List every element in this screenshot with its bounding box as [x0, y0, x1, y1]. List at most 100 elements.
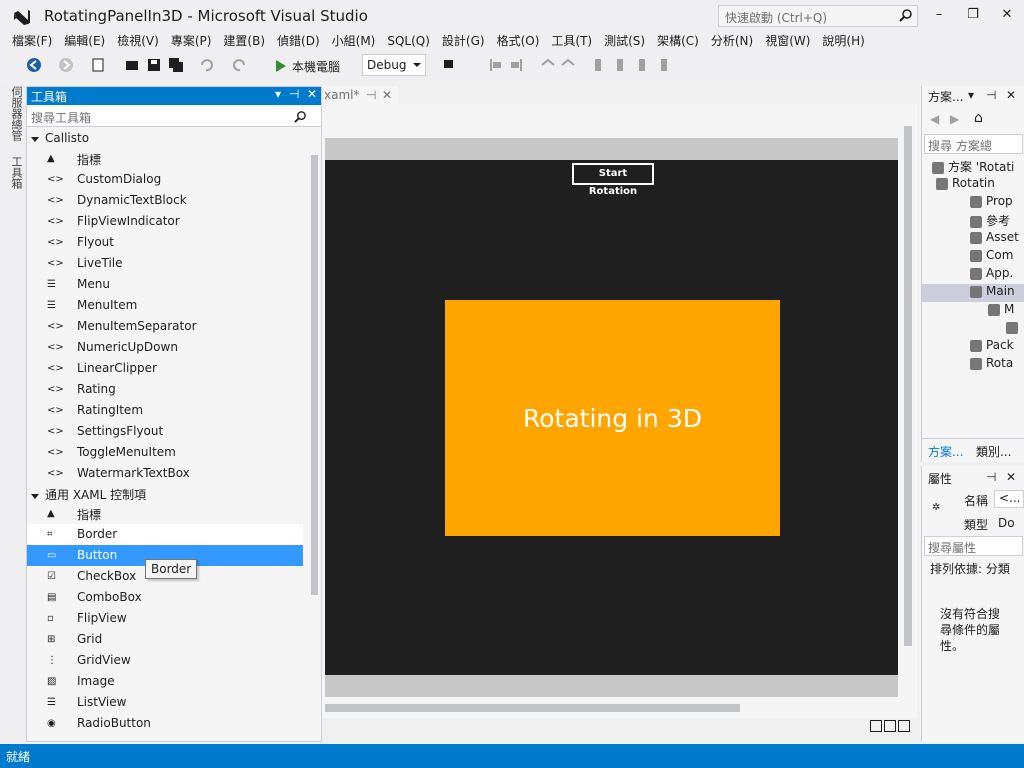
solution-tree-item[interactable]: Prop — [922, 194, 1024, 212]
toolbox-item[interactable]: ◉ RadioButton — [27, 713, 303, 734]
solution-tree-item[interactable]: Rotatin — [922, 176, 1024, 194]
pin-icon[interactable]: ⊣ — [986, 470, 996, 484]
toolbox-item[interactable]: ▫ FlipView — [27, 608, 303, 629]
toolbox-item[interactable]: <> ToggleMenuItem — [27, 442, 303, 463]
toolbox-item[interactable]: <> RatingItem — [27, 400, 303, 421]
start-debugging-button[interactable]: 本機電腦 — [276, 55, 340, 77]
menu-item[interactable]: 架構(C) — [651, 32, 705, 50]
close-icon[interactable]: ✕ — [307, 87, 317, 101]
properties-search-input[interactable]: 搜尋屬性 — [924, 536, 1023, 556]
document-vertical-scrollbar[interactable] — [900, 104, 916, 700]
toolbox-item[interactable]: <> Rating — [27, 379, 303, 400]
menu-item[interactable]: 檢視(V) — [111, 32, 165, 50]
menu-item[interactable]: SQL(Q) — [381, 32, 436, 50]
align-left-icon[interactable] — [488, 57, 504, 73]
toolbox-item[interactable]: <> Flyout — [27, 232, 303, 253]
menu-item[interactable]: 工具(T) — [545, 32, 598, 50]
dropdown-icon[interactable]: ▾ — [968, 88, 974, 102]
menu-item[interactable]: 小組(M) — [326, 32, 382, 50]
toolbox-item[interactable]: <> DynamicTextBlock — [27, 190, 303, 211]
solution-tree-item[interactable]: App. — [922, 266, 1024, 284]
solution-tree-item[interactable]: Pack — [922, 338, 1024, 356]
collapse-pane-icon[interactable] — [898, 720, 910, 732]
toolbox-item[interactable]: <> LinearClipper — [27, 358, 303, 379]
bookmark-icon[interactable] — [590, 57, 606, 73]
uncomment-icon[interactable] — [560, 57, 576, 73]
close-icon[interactable]: ✕ — [1006, 88, 1016, 102]
menu-item[interactable]: 編輯(E) — [58, 32, 111, 50]
toolbox-item[interactable]: ⊞ Grid — [27, 629, 303, 650]
menu-item[interactable]: 設計(G) — [436, 32, 491, 50]
scroll-thumb[interactable] — [904, 126, 912, 646]
toolbox-item[interactable]: ▲ 指標 — [27, 148, 303, 169]
toolbox-item[interactable]: <> NumericUpDown — [27, 337, 303, 358]
toolbox-item[interactable]: ▤ ComboBox — [27, 587, 303, 608]
menu-item[interactable]: 分析(N) — [705, 32, 759, 50]
sort-by-label[interactable]: 排列依據: 分類 — [930, 560, 1010, 577]
menu-item[interactable]: 專案(P) — [165, 32, 218, 50]
forward-icon[interactable]: ▶ — [950, 112, 959, 126]
toolbox-item[interactable]: ▨ Image — [27, 671, 303, 692]
solution-search-input[interactable]: 搜尋 方案總 — [924, 134, 1023, 154]
solution-tree-item[interactable]: 參考 — [922, 212, 1024, 230]
menu-item[interactable]: 視窗(W) — [759, 32, 816, 50]
solution-tree-item[interactable]: Com — [922, 248, 1024, 266]
toolbox-item[interactable]: ☰ MenuItem — [27, 295, 303, 316]
toolbox-item[interactable]: <> CustomDialog — [27, 169, 303, 190]
forward-icon[interactable] — [58, 57, 74, 73]
prev-bookmark-icon[interactable] — [612, 57, 628, 73]
menu-item[interactable]: 檔案(F) — [0, 32, 58, 50]
toolbox-tab[interactable]: 工具箱 — [8, 156, 24, 189]
toolbox-item[interactable]: ⌗ Border — [27, 524, 303, 545]
minimize-button[interactable]: – — [924, 4, 954, 26]
attach-icon[interactable] — [442, 57, 458, 73]
pin-icon[interactable]: ⊣ — [986, 88, 996, 102]
solution-tree-item[interactable] — [922, 320, 1024, 338]
open-file-icon[interactable] — [124, 57, 140, 73]
next-bookmark-icon[interactable] — [634, 57, 650, 73]
pin-icon[interactable]: ⊣ — [366, 88, 376, 102]
solution-tree-item[interactable]: 方案 'Rotati — [922, 158, 1024, 176]
document-horizontal-scrollbar[interactable] — [325, 700, 900, 714]
menu-item[interactable]: 測試(S) — [598, 32, 651, 50]
pin-icon[interactable]: ⊣ — [289, 87, 299, 101]
toolbox-item[interactable]: <> LiveTile — [27, 253, 303, 274]
solution-tree-item[interactable]: Asset — [922, 230, 1024, 248]
toolbox-item[interactable]: ☰ ListView — [27, 692, 303, 713]
toolbox-item[interactable]: <> FlipViewIndicator — [27, 211, 303, 232]
solution-tree-item[interactable]: Rota — [922, 356, 1024, 374]
menu-item[interactable]: 偵錯(D) — [271, 32, 326, 50]
name-input[interactable]: <... — [994, 490, 1024, 508]
toolbox-item[interactable]: <> SettingsFlyout — [27, 421, 303, 442]
dropdown-icon[interactable]: ▾ — [275, 87, 281, 101]
scroll-thumb[interactable] — [325, 704, 740, 712]
redo-icon[interactable] — [232, 57, 248, 73]
save-icon[interactable] — [146, 57, 162, 73]
back-icon[interactable] — [26, 57, 42, 73]
toolbox-scrollbar[interactable] — [309, 147, 319, 727]
split-horizontal-icon[interactable] — [884, 720, 896, 732]
solution-tree-item[interactable]: M — [922, 302, 1024, 320]
save-all-icon[interactable] — [168, 57, 184, 73]
undo-icon[interactable] — [198, 57, 214, 73]
comment-icon[interactable] — [540, 57, 556, 73]
rotating-panel[interactable]: Rotating in 3D — [445, 300, 780, 536]
split-vertical-icon[interactable] — [870, 720, 882, 732]
menu-item[interactable]: 建置(B) — [217, 32, 271, 50]
document-tab[interactable]: xaml* ⊣ ✕ — [322, 86, 398, 104]
solution-tab[interactable]: 方案... — [928, 443, 963, 460]
toolbox-search-input[interactable]: 搜尋工具箱 — [27, 107, 321, 127]
start-rotation-button[interactable]: Start Rotation — [572, 163, 654, 197]
toolbox-item[interactable]: ☰ Menu — [27, 274, 303, 295]
home-icon[interactable]: ⌂ — [974, 110, 983, 126]
maximize-button[interactable]: ❐ — [958, 4, 988, 26]
solution-tree-item[interactable]: Main — [922, 284, 1024, 302]
clear-bookmarks-icon[interactable] — [656, 57, 672, 73]
solution-configuration-select[interactable]: Debug — [362, 54, 426, 76]
close-button[interactable]: ✕ — [992, 4, 1022, 26]
toolbox-item[interactable]: ▲ 指標 — [27, 503, 303, 524]
toolbox-item[interactable]: <> MenuItemSeparator — [27, 316, 303, 337]
toolbox-item[interactable]: ⋮ GridView — [27, 650, 303, 671]
menu-item[interactable]: 格式(O) — [491, 32, 546, 50]
class-view-tab[interactable]: 類別... — [976, 443, 1011, 460]
